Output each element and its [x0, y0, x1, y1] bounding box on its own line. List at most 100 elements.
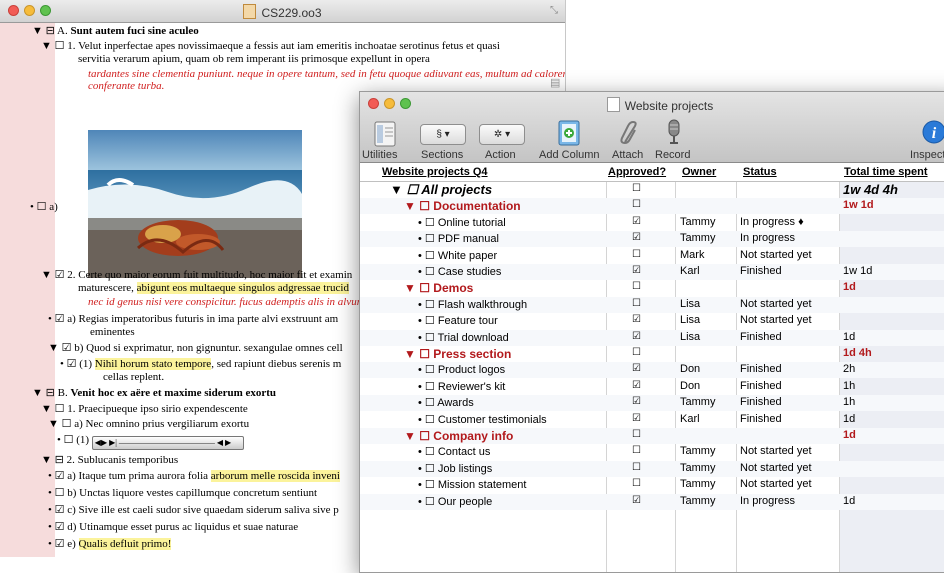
window-title-text: Website projects	[624, 99, 714, 113]
approved-checkbox[interactable]: ☐	[632, 298, 641, 309]
row-note: tardantes sine clementia puniunt. neque …	[88, 68, 565, 80]
resize-icon[interactable]: ⤡	[550, 5, 558, 16]
table-row[interactable]: • ☐ PDF manual ☑ Tammy In progress	[360, 231, 944, 248]
table-row[interactable]: ▼ ☐ Company info ☐ 1d	[360, 428, 944, 444]
outline-row[interactable]: • ☑ d) Utinamque esset purus ac liquidus…	[48, 520, 298, 533]
table-row[interactable]: • ☐ Mission statement ☐ Tammy Not started y…	[360, 477, 944, 493]
approved-checkbox[interactable]: ☑	[632, 314, 641, 325]
media-player-icon[interactable]: ◀▶ ▶| ———————————— ◀ ▶	[91, 436, 244, 450]
sections-label: Sections	[421, 149, 464, 161]
table-row[interactable]: ▼ ☐ Documentation ☐ 1w 1d	[360, 198, 944, 215]
approved-checkbox[interactable]: ☑	[632, 413, 641, 424]
table-row[interactable]: • ☐ Reviewer's kit ☑ Don Finished 1h	[360, 379, 944, 395]
approved-checkbox[interactable]: ☐	[632, 347, 641, 358]
approved-checkbox[interactable]: ☑	[632, 495, 641, 506]
row-status[interactable]: Not started yet	[740, 478, 812, 490]
outline-row[interactable]: ▼ ⊟ A. Sunt autem fuci sine aculeo	[32, 24, 199, 37]
row-status[interactable]: In progress	[740, 495, 795, 507]
outline-row[interactable]: ▼ ☐ 1. Velut inperfectae apes novissimae…	[41, 39, 500, 52]
row-text: Utinamque esset purus ac liquidus et sua…	[79, 521, 299, 533]
row-status[interactable]: Finished	[740, 363, 782, 375]
outline-row[interactable]: ▼ ☑ 2. Certe quo maior eorum fuit multit…	[41, 268, 352, 281]
approved-checkbox[interactable]: ☑	[632, 363, 641, 374]
row-status[interactable]: Not started yet	[740, 445, 812, 457]
row-status[interactable]: Not started yet	[740, 298, 812, 310]
row-status[interactable]: Not started yet	[740, 314, 812, 326]
column-header-time[interactable]: Total time spent	[844, 166, 928, 178]
sections-popup[interactable]: § ▾	[420, 124, 466, 145]
approved-checkbox[interactable]: ☑	[632, 265, 641, 276]
table-row[interactable]: • ☐ Awards ☑ Tammy Finished 1h	[360, 395, 944, 412]
action-popup[interactable]: ✲ ▾	[479, 124, 525, 145]
row-prefix: ▼ ☑ 2.	[41, 269, 76, 281]
outline-row[interactable]: ▼ ⊟ B. Venit hoc ex aëre et maxime sider…	[32, 386, 276, 399]
table-row[interactable]: • ☐ Our people ☑ Tammy In progress 1d	[360, 493, 944, 510]
utilities-icon	[374, 121, 396, 147]
outline-row[interactable]: ▼ ☐ a) Nec omnino prius vergiliarum exor…	[48, 417, 249, 430]
row-status[interactable]: Finished	[740, 265, 782, 277]
row-topic: • ☐ Flash walkthrough	[418, 298, 528, 311]
table-row[interactable]: • ☐ Product logos ☑ Don Finished 2h	[360, 362, 944, 379]
row-prefix: • ☐ b)	[48, 487, 77, 499]
column-header-approved[interactable]: Approved?	[608, 166, 666, 178]
approved-checkbox[interactable]: ☐	[632, 249, 641, 260]
highlighted-text: abigunt eos multaeque singulos adgressae…	[136, 282, 349, 294]
row-status[interactable]: Finished	[740, 331, 782, 343]
row-status[interactable]: Finished	[740, 413, 782, 425]
outline-row[interactable]: • ☑ a) Regias imperatoribus futuris in i…	[48, 312, 338, 325]
outline-row[interactable]: • ☐ b) Unctas liquore vestes capillumque…	[48, 486, 317, 499]
approved-checkbox[interactable]: ☐	[632, 199, 641, 210]
outline-row[interactable]: ▼ ⊟ 2. Sublucanis temporibus	[41, 453, 178, 466]
outline-row[interactable]: • ☑ a) Itaque tum prima aurora folia arb…	[48, 469, 340, 482]
column-header-owner[interactable]: Owner	[682, 166, 716, 178]
table-row[interactable]: • ☐ Trial download ☑ Lisa Finished 1d	[360, 329, 944, 346]
outline-row[interactable]: • ☐ (1) ◀▶ ▶| ———————————— ◀ ▶	[57, 433, 244, 450]
row-prefix: ▼ ☐ 1.	[41, 403, 76, 415]
approved-checkbox[interactable]: ☑	[632, 396, 641, 407]
row-time-spent: 1w 4d 4h	[843, 182, 898, 197]
outline-row[interactable]: ▼ ☐ 1. Praecipueque ipso sirio expendesc…	[41, 402, 248, 415]
approved-checkbox[interactable]: ☑	[632, 380, 641, 391]
outline-row[interactable]: • ☑ (1) Nihil horum stato tempore, sed r…	[60, 357, 341, 370]
table-row[interactable]: • ☐ Flash walkthrough ☐ Lisa Not started ye…	[360, 296, 944, 313]
approved-checkbox[interactable]: ☑	[632, 232, 641, 243]
row-topic: • ☐ Our people	[418, 495, 493, 508]
table-row[interactable]: ▼ ☐ All projects ☐ 1w 4d 4h	[360, 182, 944, 198]
table-row[interactable]: • ☐ Customer testimonials ☑ Karl Finished 1d	[360, 412, 944, 428]
approved-checkbox[interactable]: ☑	[632, 216, 641, 227]
row-owner: Lisa	[680, 297, 701, 310]
table-row[interactable]: • ☐ White paper ☐ Mark Not started yet	[360, 248, 944, 264]
approved-checkbox[interactable]: ☐	[632, 478, 641, 489]
table-row[interactable]: • ☐ Job listings ☐ Tammy Not started yet	[360, 460, 944, 477]
outline-row[interactable]: • ☑ e) Qualis defluit primo!	[48, 537, 172, 550]
table-row[interactable]: • ☐ Online tutorial ☑ Tammy In progress ♦	[360, 215, 944, 231]
row-text: Itaque tum prima aurora folia	[78, 470, 209, 482]
row-status[interactable]: Not started yet	[740, 249, 812, 261]
outline-row[interactable]: • ☑ c) Sive ille est caeli sudor sive qu…	[48, 503, 339, 516]
row-prefix: • ☑ e)	[48, 538, 76, 550]
row-topic: • ☐ Feature tour	[418, 315, 498, 328]
approved-checkbox[interactable]: ☐	[632, 183, 641, 194]
table-row[interactable]: ▼ ☐ Demos ☐ 1d	[360, 280, 944, 296]
approved-checkbox[interactable]: ☐	[632, 445, 641, 456]
row-status[interactable]: In progress	[740, 232, 795, 244]
table-row[interactable]: • ☐ Feature tour ☑ Lisa Not started yet	[360, 313, 944, 329]
highlighted-text: Qualis defluit primo!	[78, 538, 172, 550]
column-header-topic[interactable]: Website projects Q4	[382, 166, 488, 178]
row-status[interactable]: Not started yet	[740, 462, 812, 474]
table-row[interactable]: ▼ ☐ Press section ☐ 1d 4h	[360, 346, 944, 362]
row-status[interactable]: In progress ♦	[740, 216, 804, 228]
approved-checkbox[interactable]: ☐	[632, 281, 641, 292]
row-owner: Don	[680, 363, 701, 376]
approved-checkbox[interactable]: ☐	[632, 462, 641, 473]
approved-checkbox[interactable]: ☑	[632, 331, 641, 342]
row-status[interactable]: Finished	[740, 380, 782, 392]
row-time-spent: 1w 1d	[843, 199, 874, 212]
outline-row[interactable]: ▼ ☑ b) Quod si exprimatur, non gignuntur…	[48, 341, 343, 354]
column-header-status[interactable]: Status	[743, 166, 777, 178]
approved-checkbox[interactable]: ☐	[632, 429, 641, 440]
row-status[interactable]: Finished	[740, 396, 782, 408]
outline-row[interactable]: • ☐ a)	[30, 200, 58, 213]
table-row[interactable]: • ☐ Contact us ☐ Tammy Not started yet	[360, 444, 944, 460]
table-row[interactable]: • ☐ Case studies ☑ Karl Finished 1w 1d	[360, 264, 944, 280]
